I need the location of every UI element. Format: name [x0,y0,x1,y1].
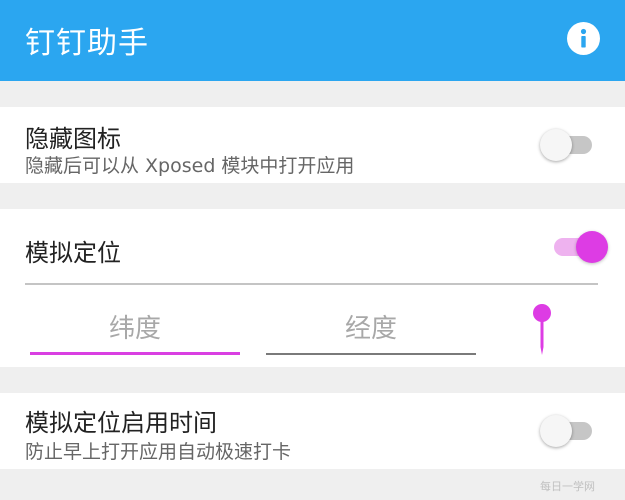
hide-icon-subtitle: 隐藏后可以从 Xposed 模块中打开应用 [25,155,355,177]
switch-thumb [540,415,572,447]
watermark: 每日一学网 [540,480,595,493]
setting-hide-icon[interactable]: 隐藏图标 隐藏后可以从 Xposed 模块中打开应用 [0,107,625,183]
hide-icon-title: 隐藏图标 [25,125,121,153]
longitude-field[interactable] [266,309,476,355]
switch-thumb [576,231,608,263]
hide-icon-switch[interactable] [540,125,600,165]
map-pin-icon [533,304,551,355]
mock-location-title: 模拟定位 [25,239,121,267]
mock-time-subtitle: 防止早上打开应用自动极速打卡 [25,441,292,463]
latitude-underline [30,352,240,355]
mock-time-title: 模拟定位启用时间 [25,409,217,437]
switch-thumb [540,129,572,161]
longitude-underline [266,353,476,355]
info-button[interactable] [567,22,600,55]
app-bar: 钉钉助手 [0,0,625,81]
pick-location-button[interactable] [528,301,558,361]
mock-time-switch[interactable] [540,411,600,451]
longitude-input[interactable] [266,309,476,349]
divider [25,283,598,285]
latitude-field[interactable] [30,309,240,355]
setting-mock-time[interactable]: 模拟定位启用时间 防止早上打开应用自动极速打卡 [0,393,625,469]
latitude-input[interactable] [30,309,240,349]
setting-mock-location: 模拟定位 [0,209,625,367]
app-title: 钉钉助手 [25,26,149,61]
mock-location-switch[interactable] [548,227,608,267]
info-icon [580,28,587,48]
